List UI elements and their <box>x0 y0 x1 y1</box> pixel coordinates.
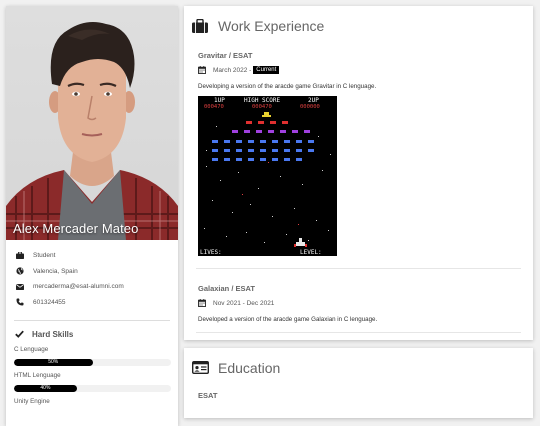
envelope-icon <box>15 282 24 291</box>
hud-score1: 000470 <box>204 104 224 110</box>
current-badge: Current <box>253 66 280 74</box>
work-experience-card: Work Experience Gravitar / ESAT March 20… <box>184 6 533 340</box>
skill-label: C Lenguage <box>14 346 49 353</box>
profile-sidebar: Alex Mercader Mateo Student Valencia, Sp… <box>6 6 178 426</box>
education-header: Education <box>184 348 533 376</box>
education-entry-title: ESAT <box>198 391 218 400</box>
location-row: Valencia, Spain <box>14 264 170 280</box>
skill-item: Unity Engine <box>14 398 170 405</box>
skills-title: Hard Skills <box>32 330 74 339</box>
job-date: Nov 2021 - Dec 2021 <box>198 299 519 307</box>
skill-label: Unity Engine <box>14 398 50 405</box>
skill-item: C Lenguage 50% <box>14 346 171 366</box>
job-title: Gravitar / ESAT <box>198 51 253 60</box>
skill-progress-fill: 50% <box>14 359 93 366</box>
hud-hiscore-value: 000470 <box>252 104 272 110</box>
job-entry: Gravitar / ESAT March 2022 - Current Dev… <box>184 51 533 256</box>
location-text: Valencia, Spain <box>33 267 78 275</box>
work-experience-title: Work Experience <box>218 18 325 34</box>
calendar-icon <box>198 66 206 74</box>
globe-icon <box>15 267 24 276</box>
phone-row[interactable]: 601324455 <box>14 295 170 311</box>
email-row[interactable]: mercaderma@esat-alumni.com <box>14 279 170 295</box>
hud-level: LEVEL: <box>300 249 322 256</box>
hud-1up: 1UP <box>214 97 225 104</box>
phone-text[interactable]: 601324455 <box>33 299 66 306</box>
job-description: Developed a version of the aracde game G… <box>198 316 378 323</box>
skills-heading: Hard Skills <box>14 330 170 339</box>
job-title: Galaxian / ESAT <box>198 284 255 293</box>
suitcase-icon <box>192 18 209 34</box>
briefcase-icon <box>15 251 24 260</box>
job-separator <box>196 332 521 333</box>
profile-name: Alex Mercader Mateo <box>13 221 139 236</box>
job-description: Developing a version of the aracde game … <box>198 83 377 90</box>
profile-photo: Alex Mercader Mateo <box>6 6 178 240</box>
skill-progress-fill: 40% <box>14 385 77 392</box>
education-title: Education <box>218 360 281 376</box>
checkmark-icon <box>15 330 24 339</box>
phone-icon <box>15 298 24 307</box>
profile-portrait-image <box>6 22 178 240</box>
skill-progress-bar: 40% <box>14 385 171 392</box>
contact-info: Student Valencia, Spain mercaderma@esat-… <box>6 240 178 405</box>
hud-lives: LIVES: <box>200 249 222 256</box>
hud-2up: 2UP <box>308 97 319 104</box>
work-experience-header: Work Experience <box>184 6 533 34</box>
hud-score2: 000000 <box>300 104 320 110</box>
game-screenshot-image: 1UP HIGH SCORE 2UP 000470 000470 000000 <box>198 96 337 256</box>
sidebar-divider <box>14 320 170 321</box>
job-separator <box>196 268 521 269</box>
role-row: Student <box>14 248 170 264</box>
hud-hiscore: HIGH SCORE <box>244 97 281 104</box>
job-date-text: March 2022 - <box>213 66 252 74</box>
calendar-icon <box>198 299 206 307</box>
job-date-text: Nov 2021 - Dec 2021 <box>213 299 275 307</box>
role-text: Student <box>33 252 56 260</box>
job-date: March 2022 - Current <box>198 66 519 74</box>
job-entry: Galaxian / ESAT Nov 2021 - Dec 2021 Deve… <box>184 284 533 323</box>
skill-item: HTML Lenguage 40% <box>14 372 171 392</box>
education-card: Education ESAT <box>184 348 533 418</box>
email-text[interactable]: mercaderma@esat-alumni.com <box>33 283 124 290</box>
skill-label: HTML Lenguage <box>14 372 61 379</box>
skill-progress-bar: 50% <box>14 359 171 366</box>
education-entry: ESAT <box>184 391 533 400</box>
id-card-icon <box>191 360 210 376</box>
